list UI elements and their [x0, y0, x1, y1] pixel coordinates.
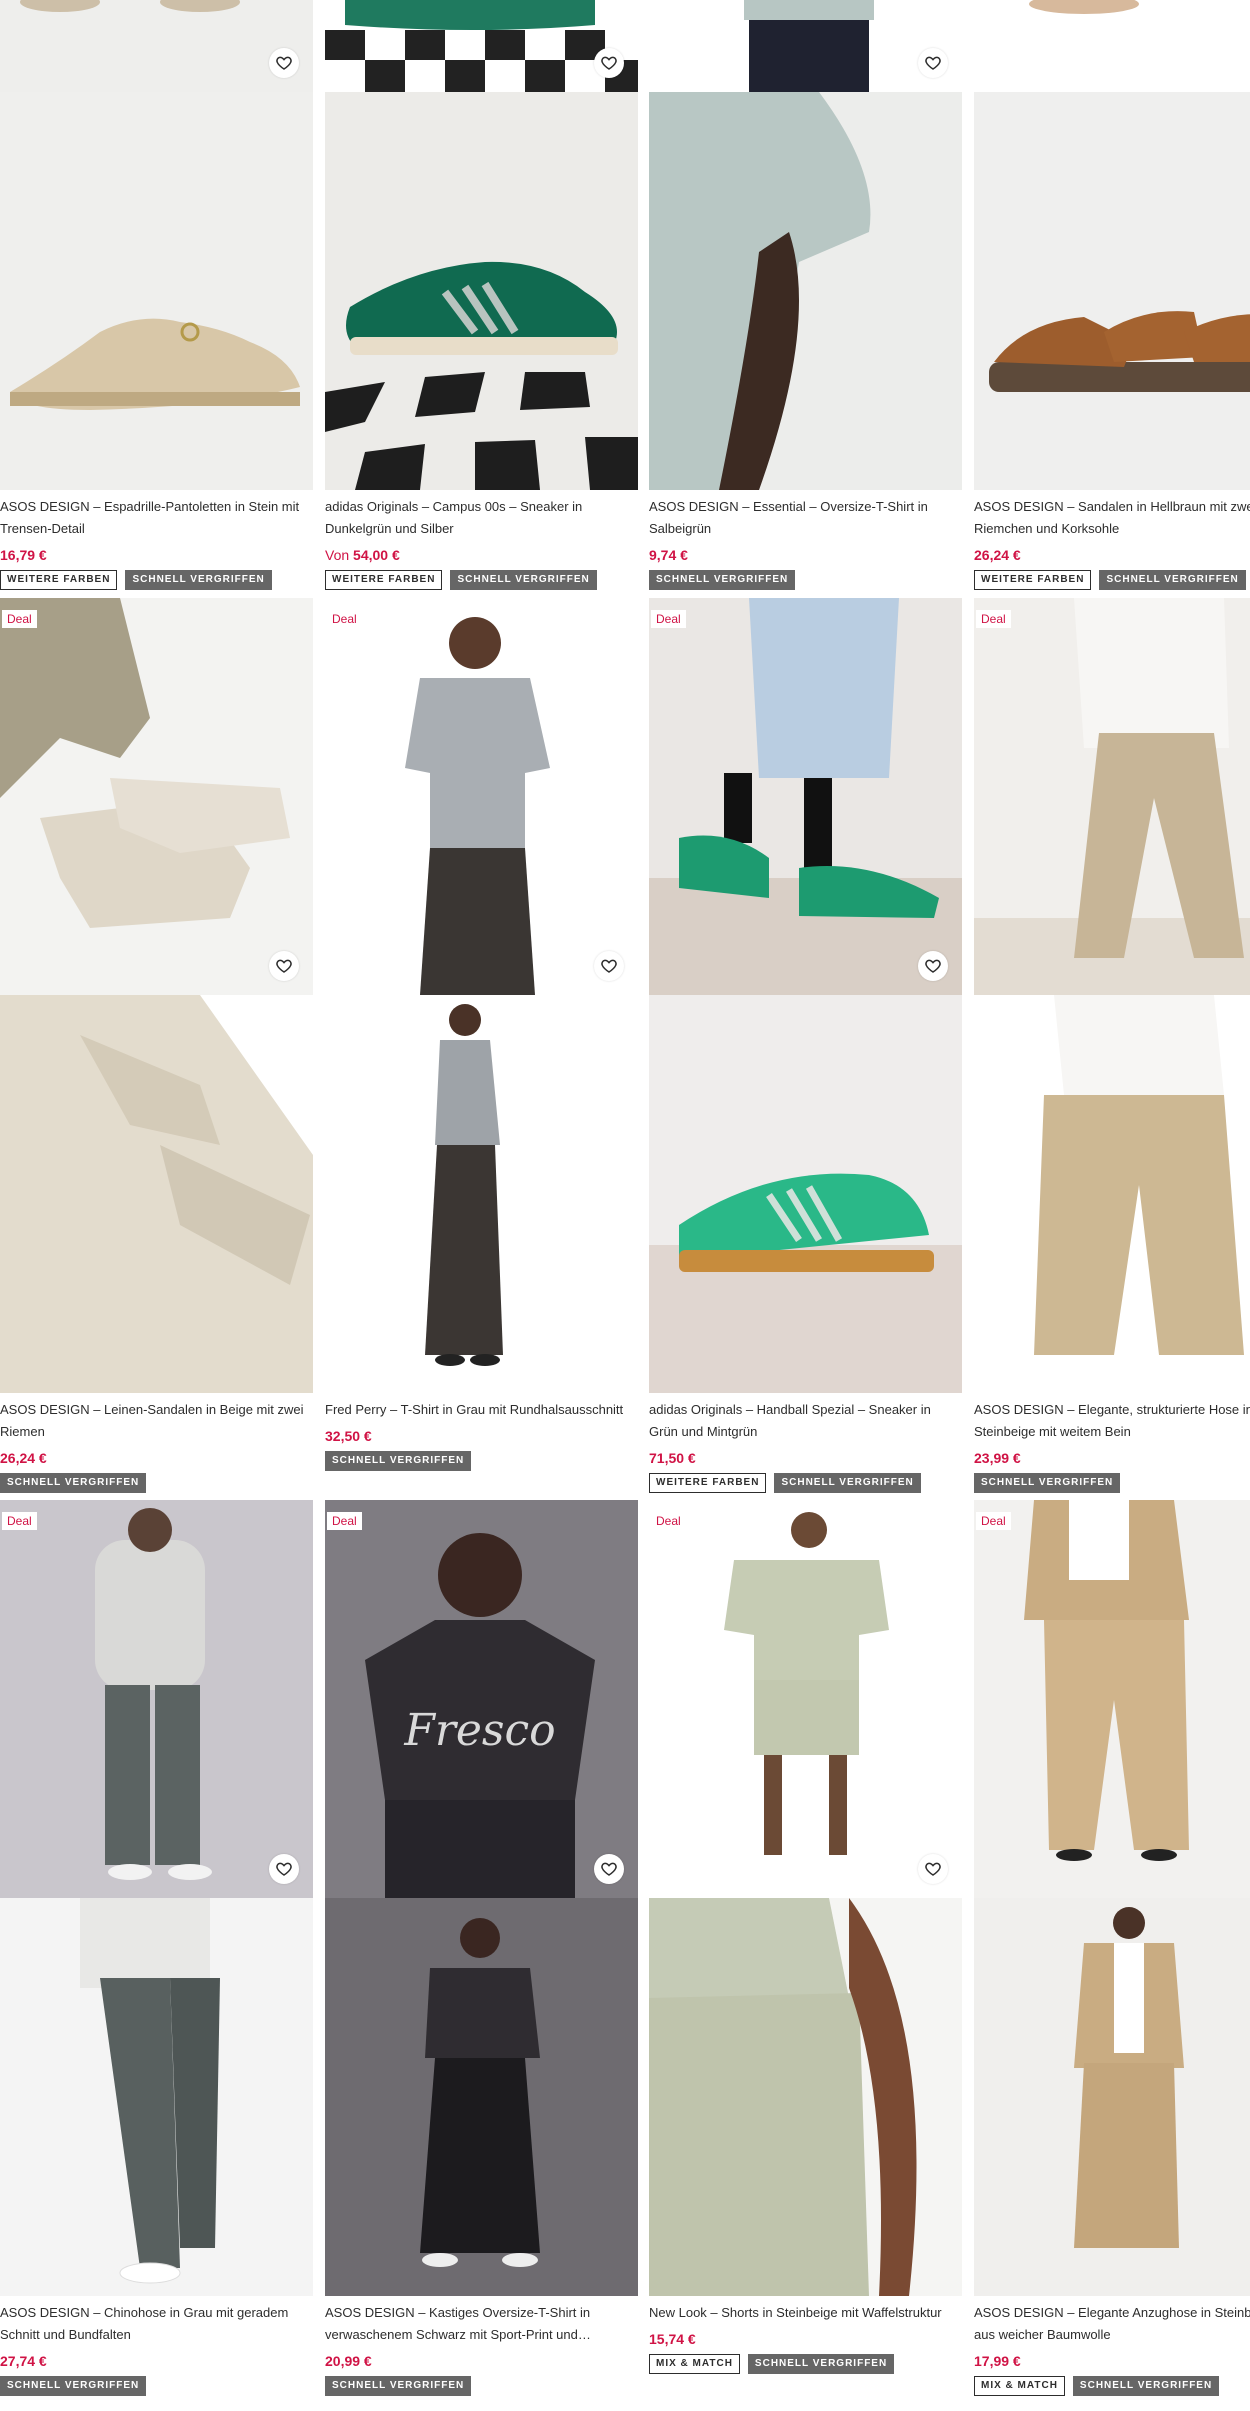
product-title[interactable]: ASOS DESIGN – Leinen-Sandalen in Beige m…	[0, 1393, 313, 1443]
product-image[interactable]	[649, 92, 962, 490]
selling-fast-badge: SCHNELL VERGRIFFEN	[774, 1473, 921, 1493]
more-colors-badge[interactable]: WEITERE FARBEN	[974, 570, 1092, 590]
product-info: New Look – Shorts in Steinbeige mit Waff…	[649, 2296, 962, 2374]
product-info: ASOS DESIGN – Elegante, strukturierte Ho…	[974, 1393, 1250, 1493]
more-colors-badge[interactable]: WEITERE FARBEN	[325, 570, 443, 590]
deal-badge: Deal	[976, 610, 1011, 628]
deal-badge: Deal	[327, 1512, 362, 1530]
product-info: adidas Originals – Campus 00s – Sneaker …	[325, 490, 638, 590]
product-price: 16,79 €	[0, 547, 47, 563]
selling-fast-badge: SCHNELL VERGRIFFEN	[1099, 570, 1246, 590]
product-image[interactable]: Deal	[649, 1500, 962, 1898]
product-price: 71,50 €	[649, 1450, 696, 1466]
product-info: ASOS DESIGN – Sandalen in Hellbraun mit …	[974, 490, 1250, 590]
selling-fast-badge: SCHNELL VERGRIFFEN	[450, 570, 597, 590]
product-image[interactable]	[649, 1898, 962, 2296]
product-info: Fred Perry – T-Shirt in Grau mit Rundhal…	[325, 1393, 638, 1471]
product-price: 20,99 €	[325, 2353, 372, 2369]
product-image[interactable]	[325, 0, 638, 92]
product-image[interactable]: Deal	[974, 1500, 1250, 1898]
product-title[interactable]: ASOS DESIGN – Essential – Oversize-T-Shi…	[649, 490, 962, 540]
product-title[interactable]: New Look – Shorts in Steinbeige mit Waff…	[649, 2296, 962, 2324]
product-info: adidas Originals – Handball Spezial – Sn…	[649, 1393, 962, 1493]
mix-match-badge[interactable]: MIX & MATCH	[974, 2376, 1065, 2396]
product-info: ASOS DESIGN – Kastiges Oversize-T-Shirt …	[325, 2296, 638, 2396]
wishlist-heart-icon[interactable]	[918, 48, 948, 78]
product-image[interactable]	[0, 92, 313, 490]
product-info: ASOS DESIGN – Chinohose in Grau mit gera…	[0, 2296, 313, 2396]
product-price: Von 54,00 €	[325, 547, 400, 563]
product-image[interactable]: Deal	[0, 598, 313, 995]
more-colors-badge[interactable]: WEITERE FARBEN	[649, 1473, 767, 1493]
more-colors-badge[interactable]: WEITERE FARBEN	[0, 570, 118, 590]
product-image[interactable]	[974, 0, 1250, 92]
product-image[interactable]	[649, 0, 962, 92]
selling-fast-badge: SCHNELL VERGRIFFEN	[325, 1451, 472, 1471]
selling-fast-badge: SCHNELL VERGRIFFEN	[649, 570, 796, 590]
deal-badge: Deal	[651, 610, 686, 628]
product-image[interactable]	[974, 1898, 1250, 2296]
product-price: 23,99 €	[974, 1450, 1021, 1466]
deal-badge: Deal	[2, 1512, 37, 1530]
product-info: ASOS DESIGN – Essential – Oversize-T-Shi…	[649, 490, 962, 590]
product-image[interactable]	[0, 1898, 313, 2296]
product-info: ASOS DESIGN – Leinen-Sandalen in Beige m…	[0, 1393, 313, 1493]
product-title[interactable]: ASOS DESIGN – Elegante, strukturierte Ho…	[974, 1393, 1250, 1443]
wishlist-heart-icon[interactable]	[594, 951, 624, 981]
product-image[interactable]	[649, 995, 962, 1393]
wishlist-heart-icon[interactable]	[918, 1854, 948, 1884]
product-image[interactable]	[974, 995, 1250, 1393]
product-image[interactable]: Deal	[325, 598, 638, 995]
product-image[interactable]	[0, 995, 313, 1393]
product-price: 27,74 €	[0, 2353, 47, 2369]
deal-badge: Deal	[2, 610, 37, 628]
product-title[interactable]: ASOS DESIGN – Chinohose in Grau mit gera…	[0, 2296, 313, 2346]
product-image[interactable]	[325, 1898, 638, 2296]
wishlist-heart-icon[interactable]	[594, 48, 624, 78]
product-image[interactable]	[325, 995, 638, 1393]
product-price: 15,74 €	[649, 2331, 696, 2347]
product-title[interactable]: Fred Perry – T-Shirt in Grau mit Rundhal…	[325, 1393, 638, 1421]
product-price: 26,24 €	[974, 547, 1021, 563]
product-title[interactable]: ASOS DESIGN – Kastiges Oversize-T-Shirt …	[325, 2296, 638, 2346]
product-title[interactable]: adidas Originals – Handball Spezial – Sn…	[649, 1393, 962, 1443]
product-image[interactable]: Fresco Deal	[325, 1500, 638, 1898]
deal-badge: Deal	[327, 610, 362, 628]
product-title[interactable]: ASOS DESIGN – Espadrille-Pantoletten in …	[0, 490, 313, 540]
wishlist-heart-icon[interactable]	[269, 1854, 299, 1884]
selling-fast-badge: SCHNELL VERGRIFFEN	[0, 2376, 147, 2396]
wishlist-heart-icon[interactable]	[269, 951, 299, 981]
selling-fast-badge: SCHNELL VERGRIFFEN	[125, 570, 272, 590]
wishlist-heart-icon[interactable]	[918, 951, 948, 981]
product-price: 32,50 €	[325, 1428, 372, 1444]
product-title[interactable]: ASOS DESIGN – Elegante Anzughose in Stei…	[974, 2296, 1250, 2346]
product-price: 9,74 €	[649, 547, 688, 563]
product-image[interactable]: Deal	[974, 598, 1250, 995]
product-title[interactable]: adidas Originals – Campus 00s – Sneaker …	[325, 490, 638, 540]
selling-fast-badge: SCHNELL VERGRIFFEN	[974, 1473, 1121, 1493]
mix-match-badge[interactable]: MIX & MATCH	[649, 2354, 740, 2374]
product-image[interactable]: Deal	[0, 1500, 313, 1898]
product-info: ASOS DESIGN – Espadrille-Pantoletten in …	[0, 490, 313, 590]
selling-fast-badge: SCHNELL VERGRIFFEN	[747, 2354, 895, 2374]
deal-badge: Deal	[976, 1512, 1011, 1530]
wishlist-heart-icon[interactable]	[594, 1854, 624, 1884]
wishlist-heart-icon[interactable]	[269, 48, 299, 78]
product-image[interactable]	[0, 0, 313, 92]
selling-fast-badge: SCHNELL VERGRIFFEN	[325, 2376, 472, 2396]
product-image[interactable]: Deal	[649, 598, 962, 995]
product-info: ASOS DESIGN – Elegante Anzughose in Stei…	[974, 2296, 1250, 2396]
selling-fast-badge: SCHNELL VERGRIFFEN	[0, 1473, 147, 1493]
selling-fast-badge: SCHNELL VERGRIFFEN	[1072, 2376, 1220, 2396]
product-title[interactable]: ASOS DESIGN – Sandalen in Hellbraun mit …	[974, 490, 1250, 540]
product-image[interactable]	[974, 92, 1250, 490]
product-image[interactable]	[325, 92, 638, 490]
svg-text:Fresco: Fresco	[403, 1705, 555, 1756]
deal-badge: Deal	[651, 1512, 686, 1530]
product-price: 26,24 €	[0, 1450, 47, 1466]
product-price: 17,99 €	[974, 2353, 1021, 2369]
